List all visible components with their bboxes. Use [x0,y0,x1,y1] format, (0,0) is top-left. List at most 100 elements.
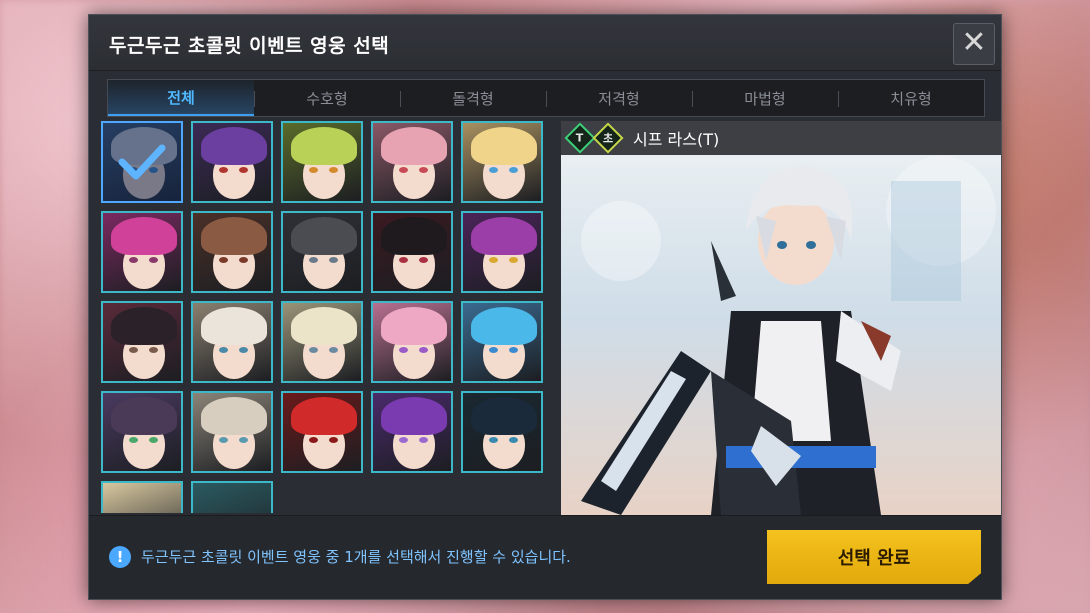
portrait-eye [399,257,408,263]
portrait-eye [399,347,408,353]
portrait-eye [149,347,158,353]
hero-portrait[interactable] [101,121,183,203]
portrait-eye [489,347,498,353]
portrait-eye [309,167,318,173]
hero-portrait[interactable] [371,301,453,383]
portrait-eye [509,437,518,443]
hero-portrait[interactable] [281,211,363,293]
selected-overlay [103,123,181,201]
portrait-eye [509,167,518,173]
portrait-eye [509,347,518,353]
close-icon: ✕ [961,25,987,60]
portrait-eye [509,257,518,263]
dialog-title: 두근두근 초콜릿 이벤트 영웅 선택 [109,35,390,57]
portrait-background [193,483,271,513]
portrait-eye [309,347,318,353]
tab-magic[interactable]: 마법형 [692,80,838,116]
hero-portrait[interactable] [191,121,273,203]
dialog-footer: ! 두근두근 초콜릿 이벤트 영웅 중 1개를 선택해서 진행할 수 있습니다.… [89,515,1001,599]
portrait-eye [239,437,248,443]
hero-portrait[interactable] [371,211,453,293]
portrait-hair [381,307,447,345]
portrait-hair [111,397,177,435]
close-button[interactable]: ✕ [953,23,995,65]
portrait-eye [419,437,428,443]
portrait-eye [239,347,248,353]
portrait-hair [381,217,447,255]
portrait-eye [129,347,138,353]
portrait-hair [111,217,177,255]
confirm-button[interactable]: 선택 완료 [767,530,981,584]
hero-grid-scroll[interactable] [101,121,551,513]
hero-portrait[interactable] [461,211,543,293]
portrait-hair [201,397,267,435]
hero-portrait[interactable] [371,391,453,473]
portrait-hair [291,217,357,255]
portrait-eye [419,257,428,263]
tab-healer[interactable]: 치유형 [838,80,984,116]
portrait-hair [471,307,537,345]
portrait-hair [471,397,537,435]
hero-portrait[interactable] [281,121,363,203]
hero-portrait[interactable] [101,301,183,383]
portrait-eye [489,437,498,443]
portrait-eye [419,167,428,173]
hero-portrait[interactable] [371,121,453,203]
hero-portrait[interactable] [461,121,543,203]
portrait-hair [471,217,537,255]
portrait-eye [219,257,228,263]
class-tabs: 전체 수호형 돌격형 저격형 마법형 치유형 [107,79,985,117]
tab-sniper[interactable]: 저격형 [546,80,692,116]
hero-portrait[interactable] [461,391,543,473]
portrait-eye [129,437,138,443]
portrait-background [103,483,181,513]
portrait-eye [239,167,248,173]
portrait-eye [309,257,318,263]
hero-portrait[interactable] [191,301,273,383]
portrait-hair [201,127,267,165]
portrait-eye [219,167,228,173]
portrait-eye [329,257,338,263]
tab-all[interactable]: 전체 [108,80,254,116]
hero-portrait[interactable] [461,301,543,383]
class-badge: T [564,122,596,154]
portrait-hair [111,307,177,345]
hero-grid [101,121,551,513]
portrait-eye [149,437,158,443]
portrait-eye [489,167,498,173]
hero-portrait[interactable] [191,481,273,513]
portrait-hair [291,307,357,345]
hero-illustration [561,121,1001,515]
portrait-eye [149,257,158,263]
portrait-eye [129,257,138,263]
portrait-hair [291,127,357,165]
portrait-eye [239,257,248,263]
hero-portrait[interactable] [191,391,273,473]
portrait-eye [399,167,408,173]
info-icon: ! [109,546,131,568]
portrait-eye [219,347,228,353]
tab-assault[interactable]: 돌격형 [400,80,546,116]
portrait-eye [329,167,338,173]
hero-name: 시프 라스(T) [633,130,720,149]
info-text: 두근두근 초콜릿 이벤트 영웅 중 1개를 선택해서 진행할 수 있습니다. [141,548,571,566]
portrait-hair [471,127,537,165]
portrait-hair [291,397,357,435]
portrait-eye [419,347,428,353]
hero-select-dialog: 두근두근 초콜릿 이벤트 영웅 선택 ✕ 전체 수호형 돌격형 저격형 마법형 … [88,14,1002,600]
tab-guardian[interactable]: 수호형 [254,80,400,116]
hero-portrait[interactable] [281,391,363,473]
hero-portrait[interactable] [191,211,273,293]
portrait-hair [201,217,267,255]
element-badge: 초 [592,122,624,154]
portrait-eye [329,347,338,353]
hero-portrait[interactable] [101,391,183,473]
hero-portrait[interactable] [101,481,183,513]
portrait-hair [201,307,267,345]
portrait-eye [219,437,228,443]
hero-info-bar: T 초 시프 라스(T) [561,121,1001,155]
hero-portrait[interactable] [281,301,363,383]
portrait-eye [309,437,318,443]
portrait-eye [329,437,338,443]
hero-portrait[interactable] [101,211,183,293]
